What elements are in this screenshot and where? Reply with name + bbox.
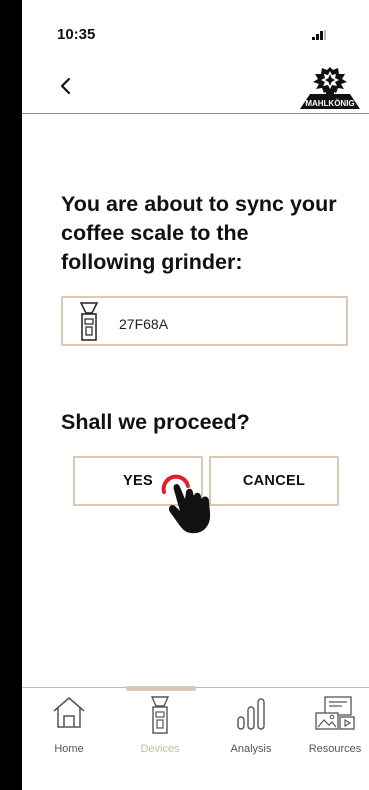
signal-icon (312, 30, 326, 40)
tab-resources-label: Resources (308, 743, 362, 755)
active-tab-indicator (126, 686, 196, 691)
tab-devices-label: Devices (140, 743, 180, 755)
analysis-icon (237, 698, 265, 730)
tab-devices[interactable]: Devices (125, 695, 195, 765)
grinder-icon (79, 302, 99, 341)
page-heading: You are about to sync your coffee scale … (61, 192, 337, 274)
grinder-device-field: 27F68A (61, 296, 348, 346)
app-screen: 10:35 MAHLKÖNIG You are about to sync yo… (22, 0, 369, 790)
device-id: 27F68A (119, 316, 169, 332)
confirm-question: Shall we proceed? (61, 410, 250, 434)
back-button[interactable] (56, 74, 76, 98)
resources-icon (315, 696, 355, 730)
mahlkonig-logo: MAHLKÖNIG (300, 67, 360, 109)
tab-home-label: Home (54, 743, 84, 755)
grinder-icon (150, 696, 170, 734)
header-divider (22, 113, 369, 114)
tab-analysis[interactable]: Analysis (216, 695, 286, 765)
status-time: 10:35 (57, 26, 96, 43)
tab-analysis-label: Analysis (230, 743, 272, 755)
tab-home[interactable]: Home (34, 695, 104, 765)
home-icon (53, 697, 85, 728)
brand-text: MAHLKÖNIG (305, 99, 354, 108)
tap-hand-icon (161, 474, 211, 534)
tab-resources[interactable]: Resources (300, 695, 369, 765)
